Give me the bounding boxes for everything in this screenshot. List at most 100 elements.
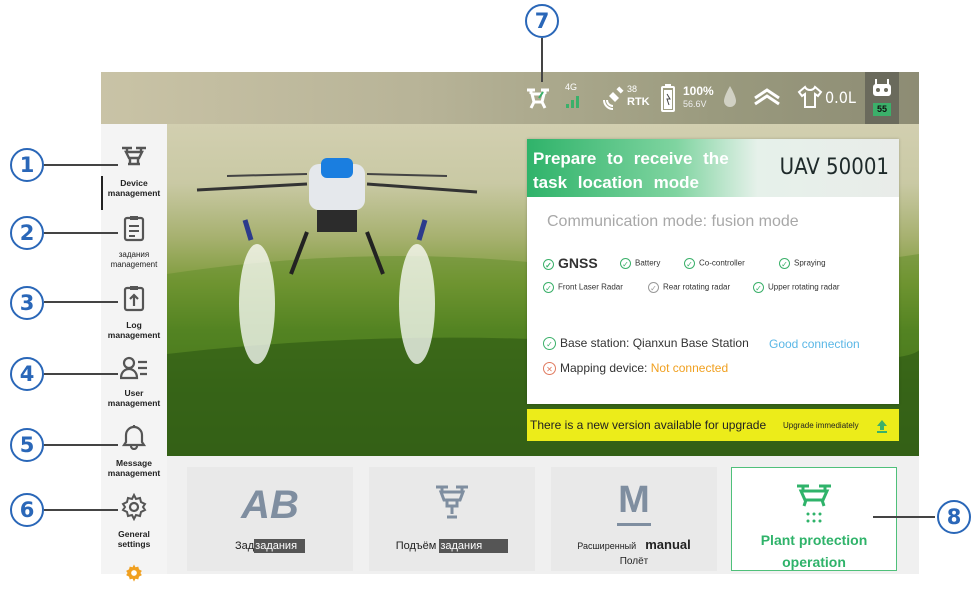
check-label: Spraying (794, 258, 826, 268)
battery-icon (661, 84, 675, 112)
upgrade-text: There is a new version available for upg… (530, 418, 767, 432)
callout-line-8 (873, 516, 935, 518)
battery-percent: 100% (683, 84, 714, 98)
uav-id: UAV 50001 (779, 155, 889, 180)
sidebar-item-log-management[interactable]: Log management (101, 284, 167, 340)
callout-2: 2 (10, 216, 44, 250)
controller-status[interactable]: 55 (865, 72, 899, 124)
lift-drone-icon (436, 485, 468, 519)
callout-6: 6 (10, 493, 44, 527)
check-spraying: ✓ Spraying (779, 258, 826, 269)
plant-protection-card[interactable]: Plant protection operation (731, 467, 897, 571)
sidebar-item-device-management[interactable]: Device management (101, 144, 167, 210)
callout-4: 4 (10, 357, 44, 391)
card-label-pre: Зад (234, 540, 255, 552)
card-label-small: Расширенный (577, 541, 637, 551)
check-label: GNSS (558, 255, 598, 271)
upgrade-banner: There is a new version available for upg… (527, 409, 899, 441)
drone-status-icon[interactable] (523, 84, 553, 112)
card-label-bold: manual (645, 537, 691, 552)
gear-icon (121, 493, 147, 521)
manual-icon: M (618, 479, 650, 521)
sidebar-item-general-settings[interactable]: General settings (101, 493, 167, 549)
lift-operation-card[interactable]: Подъём задания (369, 467, 535, 571)
sidebar-item-task-management[interactable]: задания management (101, 214, 167, 270)
callout-1: 1 (10, 148, 44, 182)
sidebar-item-label: General settings (117, 529, 151, 549)
battery-voltage: 56.6V (683, 99, 707, 109)
check-gnss: ✓ GNSS (543, 255, 598, 271)
user-list-icon (120, 356, 147, 380)
card-label: Подъём задания (369, 539, 535, 553)
shirt-icon (797, 85, 823, 108)
rtk-label: RTK (627, 96, 650, 108)
callout-5: 5 (10, 428, 44, 462)
communication-mode: Communication mode: fusion mode (547, 213, 799, 230)
check-label: Battery (635, 258, 661, 268)
drop-icon (724, 86, 736, 107)
check-battery: ✓ Battery (620, 258, 660, 269)
status-panel: Prepare to receive the task location mod… (527, 139, 899, 404)
check-label: Rear rotating radar (663, 282, 731, 292)
callout-7: 7 (525, 4, 559, 38)
check-icon: ✓ (543, 337, 556, 351)
sidebar-item-label: задания management (110, 250, 158, 269)
callout-line-2 (44, 232, 118, 234)
panel-header: Prepare to receive the task location mod… (527, 139, 899, 197)
card-label-line2: Полёт (619, 556, 649, 567)
card-label-line2: operation (782, 554, 846, 570)
sidebar-item-label: User management (107, 388, 161, 408)
card-label: Задзадания (187, 539, 353, 553)
controller-badge: 55 (873, 103, 891, 116)
controller-icon (873, 79, 891, 96)
panel-title: Prepare to receive the task location mod… (533, 149, 729, 192)
network-label: 4G (565, 82, 578, 92)
status-bar: 4G 38 RTK 100% 56.6V 0.0L 55 (101, 72, 919, 124)
signal-icon (566, 96, 579, 108)
card-label-highlight: задания (254, 539, 306, 553)
callout-line-3 (44, 301, 118, 303)
check-icon: ✓ (543, 282, 554, 293)
drone-illustration (196, 158, 478, 364)
clipboard-icon (123, 216, 145, 242)
settings-shortcut-gear-icon[interactable] (124, 563, 144, 583)
callout-8: 8 (937, 500, 971, 534)
check-icon: ✓ (779, 258, 790, 269)
mapping-status: Not connected (650, 361, 729, 375)
upload-arrow-icon[interactable] (876, 419, 888, 433)
error-icon: ✕ (543, 362, 556, 376)
terrain-icon (754, 88, 780, 106)
check-icon: ✓ (753, 282, 764, 293)
spray-drone-icon (797, 484, 831, 523)
callout-line-5 (44, 444, 118, 446)
upload-log-icon (123, 286, 145, 312)
bell-icon (121, 425, 147, 450)
satellite-icon (603, 86, 624, 110)
check-front-laser-radar: ✓ Front Laser Radar (543, 282, 623, 293)
manual-operation-card[interactable]: M Расширенный manual Полёт (551, 467, 717, 571)
base-station-row: ✓ Base station: Qianxun Base Station (543, 336, 749, 351)
mapping-label: Mapping device: (560, 361, 648, 375)
check-icon: ✓ (620, 258, 631, 269)
check-co-controller: ✓ Co-controller (684, 258, 745, 269)
manual-icon-underline (617, 523, 651, 526)
callout-3: 3 (10, 286, 44, 320)
callout-line-1 (44, 164, 118, 166)
card-label-pre: Подъём (395, 540, 437, 552)
card-label-highlight: задания (439, 539, 509, 553)
check-label: Co-controller (699, 258, 745, 268)
sidebar-item-user-management[interactable]: User management (101, 354, 167, 408)
base-station-status: Good connection (769, 337, 860, 351)
ab-icon: AB (241, 483, 299, 527)
sidebar-item-message-management[interactable]: Message management (101, 422, 167, 478)
sidebar-item-label: Device management (107, 178, 161, 198)
check-icon: ✓ (543, 258, 554, 270)
check-rear-rotating-radar: ✓ Rear rotating radar (648, 282, 730, 293)
upgrade-button[interactable]: Upgrade immediately (783, 421, 859, 430)
liquid-level: 0.0L (825, 88, 856, 107)
active-indicator (101, 176, 103, 210)
ab-operation-card[interactable]: AB Задзадания (187, 467, 353, 571)
mapping-device-row: ✕ Mapping device: Not connected (543, 361, 729, 376)
sidebar-item-label: Log management (107, 320, 161, 340)
drone-icon (122, 146, 146, 166)
